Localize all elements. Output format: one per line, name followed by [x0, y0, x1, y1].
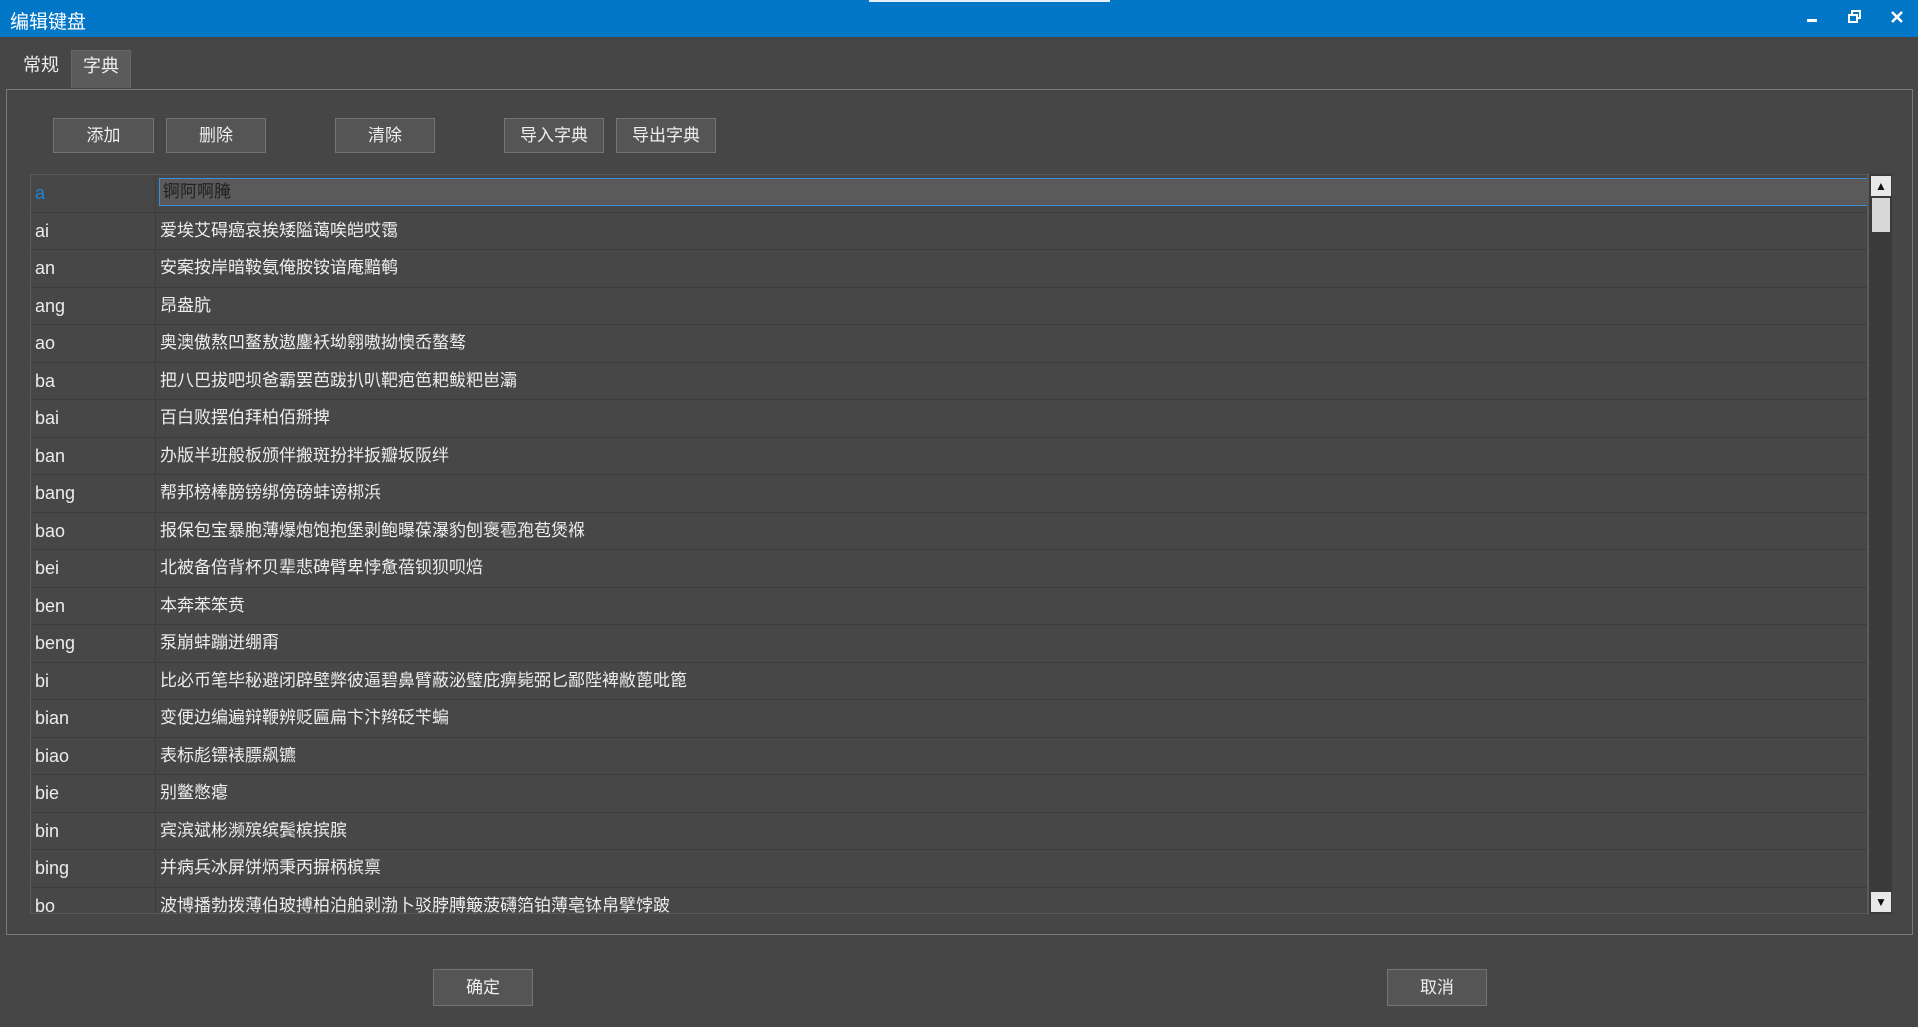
row-value[interactable]: 波博播勃拨薄伯玻搏柏泊舶剥渤卜驳脖膊簸菠礴箔铂薄亳钵帛擘饽跛: [157, 888, 1867, 914]
row-key[interactable]: bei: [31, 550, 156, 587]
table-row[interactable]: bai 百白败摆伯拜柏佰掰捭: [31, 400, 1867, 438]
window-title: 编辑键盘: [10, 12, 87, 33]
row-key[interactable]: ai: [31, 212, 156, 249]
row-key[interactable]: bang: [31, 475, 156, 512]
table-row[interactable]: bing 并病兵冰屏饼炳秉丙摒柄槟禀: [31, 850, 1867, 888]
table-row[interactable]: bo 波博播勃拨薄伯玻搏柏泊舶剥渤卜驳脖膊簸菠礴箔铂薄亳钵帛擘饽跛: [31, 887, 1867, 914]
table-row[interactable]: ao 奥澳傲熬凹鳌敖遨鏖袄坳翱嗷拗懊岙螯骜: [31, 325, 1867, 363]
tab-dictionary[interactable]: 字典: [71, 50, 131, 88]
table-row[interactable]: bie 别鳖憋瘪: [31, 775, 1867, 813]
row-value[interactable]: 昂盎肮: [157, 288, 1867, 325]
clear-button[interactable]: 清除: [335, 118, 435, 153]
scroll-up-icon[interactable]: ▲: [1871, 176, 1891, 196]
row-value[interactable]: 本奔苯笨贲: [157, 588, 1867, 625]
row-value[interactable]: 并病兵冰屏饼炳秉丙摒柄槟禀: [157, 850, 1867, 887]
row-key[interactable]: bian: [31, 700, 156, 737]
title-bar-accent: [869, 0, 1110, 2]
table-row[interactable]: bei 北被备倍背杯贝辈悲碑臂卑悖惫蓓钡狈呗焙: [31, 550, 1867, 588]
table-row[interactable]: bin 宾滨斌彬濒殡缤鬓槟摈膑: [31, 812, 1867, 850]
table-row[interactable]: ban 办版半班般板颁伴搬斑扮拌扳瓣坂阪绊: [31, 437, 1867, 475]
restore-icon[interactable]: [1842, 6, 1868, 30]
row-value[interactable]: 办版半班般板颁伴搬斑扮拌扳瓣坂阪绊: [157, 438, 1867, 475]
vertical-scrollbar[interactable]: ▲ ▼: [1868, 174, 1892, 914]
add-button[interactable]: 添加: [53, 118, 154, 153]
export-dictionary-button[interactable]: 导出字典: [616, 118, 716, 153]
table-row[interactable]: ben 本奔苯笨贲: [31, 587, 1867, 625]
row-key[interactable]: an: [31, 250, 156, 287]
table-row[interactable]: a 锕阿啊腌: [31, 175, 1867, 213]
minimize-icon[interactable]: [1800, 6, 1826, 30]
table-row[interactable]: ang 昂盎肮: [31, 287, 1867, 325]
row-key[interactable]: beng: [31, 625, 156, 662]
scroll-down-icon[interactable]: ▼: [1871, 892, 1891, 912]
row-value[interactable]: 别鳖憋瘪: [157, 775, 1867, 812]
table-row[interactable]: ba 把八巴拔吧坝爸霸罢芭跋扒叭靶疤笆耙鲅粑岜灞: [31, 362, 1867, 400]
row-key[interactable]: ban: [31, 437, 156, 474]
row-key[interactable]: bing: [31, 850, 156, 887]
row-key[interactable]: ba: [31, 362, 156, 399]
ok-button[interactable]: 确定: [433, 969, 533, 1006]
row-value[interactable]: 变便边编遍辩鞭辨贬匾扁卞汴辫砭苄蝙: [157, 700, 1867, 737]
row-key[interactable]: a: [31, 175, 156, 212]
scrollbar-thumb[interactable]: [1872, 198, 1890, 232]
row-key[interactable]: bin: [31, 812, 156, 849]
row-key[interactable]: ao: [31, 325, 156, 362]
table-row[interactable]: beng 泵崩蚌蹦迸绷甭: [31, 625, 1867, 663]
row-value[interactable]: 比必币笔毕秘避闭辟壁弊彼逼碧鼻臂蔽泌璧庇痹毙弼匕鄙陛裨敝蓖吡篦: [157, 663, 1867, 700]
table-row[interactable]: bian 变便边编遍辩鞭辨贬匾扁卞汴辫砭苄蝙: [31, 700, 1867, 738]
row-key[interactable]: bao: [31, 512, 156, 549]
title-bar: 编辑键盘: [0, 0, 1918, 37]
row-key[interactable]: bai: [31, 400, 156, 437]
row-key[interactable]: bi: [31, 662, 156, 699]
row-value[interactable]: 泵崩蚌蹦迸绷甭: [157, 625, 1867, 662]
row-value[interactable]: 百白败摆伯拜柏佰掰捭: [157, 400, 1867, 437]
row-value[interactable]: 北被备倍背杯贝辈悲碑臂卑悖惫蓓钡狈呗焙: [157, 550, 1867, 587]
row-value[interactable]: 爱埃艾碍癌哀挨矮隘蔼唉皑哎霭: [157, 213, 1867, 250]
row-key[interactable]: ben: [31, 587, 156, 624]
row-value[interactable]: 安案按岸暗鞍氨俺胺铵谙庵黯鹌: [157, 250, 1867, 287]
import-dictionary-button[interactable]: 导入字典: [504, 118, 604, 153]
table-row[interactable]: biao 表标彪镖裱膘飙镳: [31, 737, 1867, 775]
row-value-editor[interactable]: 锕阿啊腌: [159, 178, 1867, 206]
row-value[interactable]: 表标彪镖裱膘飙镳: [157, 738, 1867, 775]
row-value[interactable]: 帮邦榜棒膀镑绑傍磅蚌谤梆浜: [157, 475, 1867, 512]
row-value[interactable]: 宾滨斌彬濒殡缤鬓槟摈膑: [157, 813, 1867, 850]
close-icon[interactable]: [1884, 6, 1910, 30]
row-key[interactable]: bie: [31, 775, 156, 812]
dictionary-table: a 锕阿啊腌 ai 爱埃艾碍癌哀挨矮隘蔼唉皑哎霭 an 安案按岸暗鞍氨俺胺铵谙庵黯鹌…: [30, 174, 1868, 914]
delete-button[interactable]: 删除: [166, 118, 266, 153]
table-row[interactable]: ai 爱埃艾碍癌哀挨矮隘蔼唉皑哎霭: [31, 212, 1867, 250]
tab-general[interactable]: 常规: [14, 50, 68, 87]
table-row[interactable]: bi 比必币笔毕秘避闭辟壁弊彼逼碧鼻臂蔽泌璧庇痹毙弼匕鄙陛裨敝蓖吡篦: [31, 662, 1867, 700]
row-value[interactable]: 报保包宝暴胞薄爆炮饱抱堡剥鲍曝葆瀑豹刨褒雹孢苞煲褓: [157, 513, 1867, 550]
row-key[interactable]: ang: [31, 287, 156, 324]
row-value[interactable]: 把八巴拔吧坝爸霸罢芭跋扒叭靶疤笆耙鲅粑岜灞: [157, 363, 1867, 400]
table-row[interactable]: an 安案按岸暗鞍氨俺胺铵谙庵黯鹌: [31, 250, 1867, 288]
table-row[interactable]: bang 帮邦榜棒膀镑绑傍磅蚌谤梆浜: [31, 475, 1867, 513]
cancel-button[interactable]: 取消: [1387, 969, 1487, 1006]
row-key[interactable]: bo: [31, 887, 156, 913]
table-row[interactable]: bao 报保包宝暴胞薄爆炮饱抱堡剥鲍曝葆瀑豹刨褒雹孢苞煲褓: [31, 512, 1867, 550]
row-value[interactable]: 奥澳傲熬凹鳌敖遨鏖袄坳翱嗷拗懊岙螯骜: [157, 325, 1867, 362]
row-key[interactable]: biao: [31, 737, 156, 774]
